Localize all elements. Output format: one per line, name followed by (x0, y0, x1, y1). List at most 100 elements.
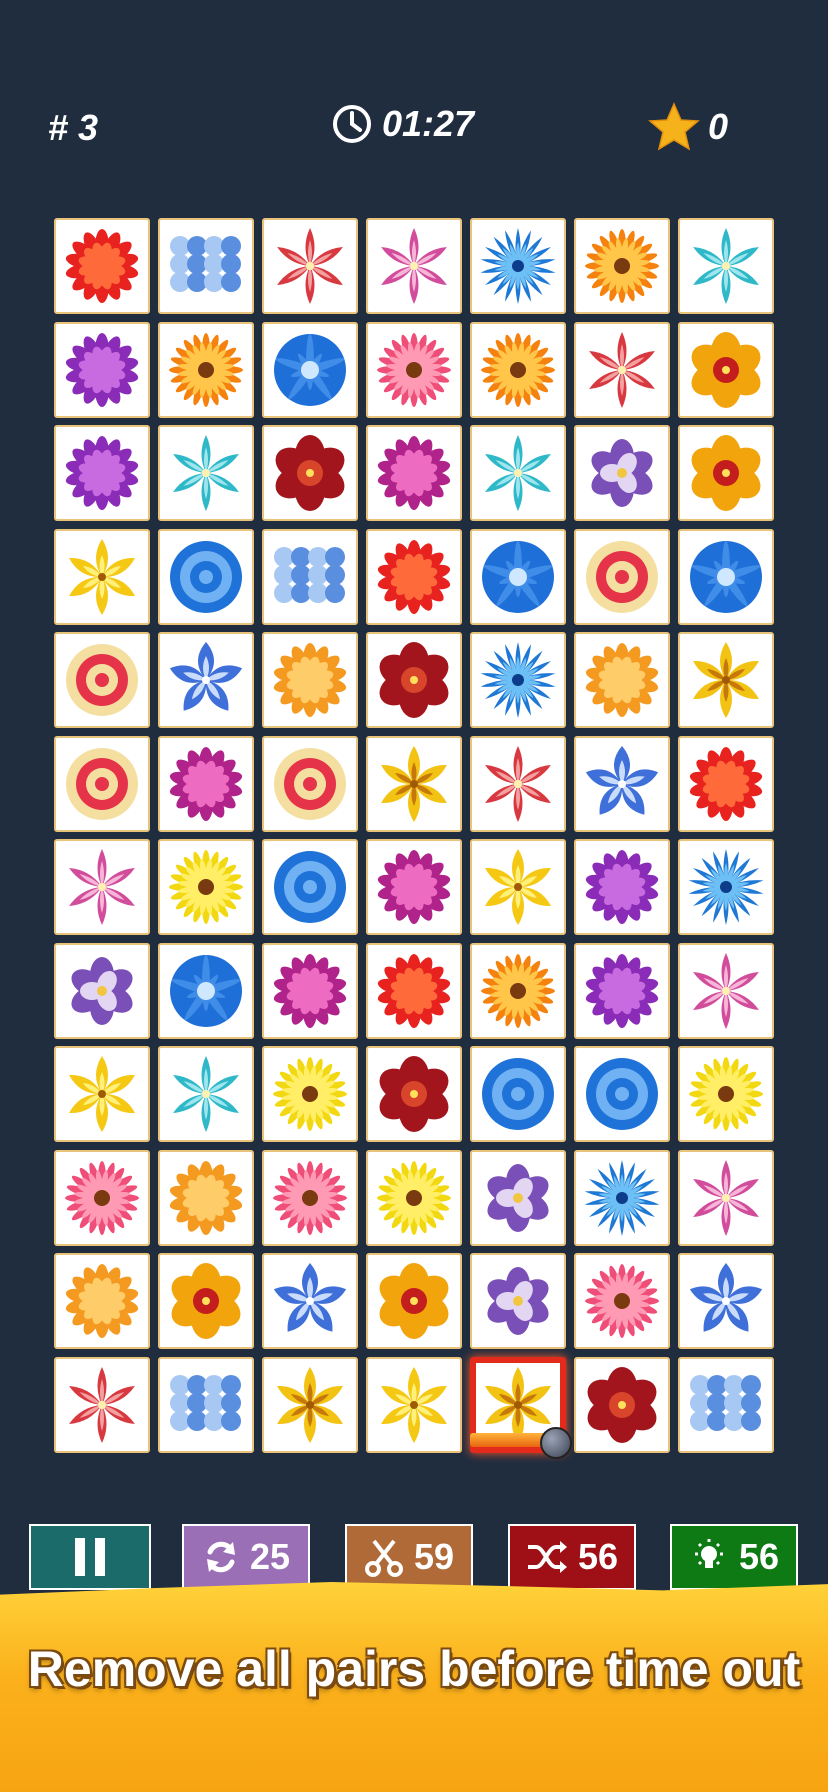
tile-blue-hydrangea[interactable] (678, 1357, 774, 1453)
tile-yellow-tiger-lily[interactable] (366, 736, 462, 832)
tile-blue-star-flower[interactable] (678, 1253, 774, 1349)
tile-yellow-daylily[interactable] (470, 839, 566, 935)
tile-red-lily[interactable] (574, 322, 670, 418)
purple-zinnia-icon (65, 436, 139, 510)
tile-purple-zinnia[interactable] (54, 322, 150, 418)
tile-pink-gerbera[interactable] (366, 322, 462, 418)
tile-yellow-tiger-lily[interactable] (262, 1357, 358, 1453)
tile-yellow-red-lily[interactable] (366, 1253, 462, 1349)
tile-purple-zinnia[interactable] (574, 839, 670, 935)
tile-orange-dahlia[interactable] (574, 632, 670, 728)
tile-yellow-daylily[interactable] (54, 529, 150, 625)
blue-morning-glory-icon (170, 955, 242, 1027)
tile-orange-dahlia[interactable] (262, 632, 358, 728)
undo-button[interactable]: 25 (182, 1524, 310, 1590)
tile-cream-rose[interactable] (54, 736, 150, 832)
yellow-red-lily-icon (691, 435, 761, 511)
pause-button[interactable] (29, 1524, 151, 1590)
yellow-daylily-icon (69, 539, 135, 615)
tile-red-dahlia[interactable] (54, 218, 150, 314)
tile-blue-cornflower[interactable] (470, 218, 566, 314)
tile-blue-cornflower[interactable] (678, 839, 774, 935)
tile-blue-morning-glory[interactable] (678, 529, 774, 625)
yellow-daisy-icon (169, 850, 243, 924)
tile-yellow-tiger-lily[interactable] (678, 632, 774, 728)
tile-blue-hydrangea[interactable] (262, 529, 358, 625)
tile-orange-gerbera[interactable] (158, 322, 254, 418)
tile-dark-red-lily[interactable] (262, 425, 358, 521)
tile-orange-dahlia[interactable] (54, 1253, 150, 1349)
tile-yellow-daisy[interactable] (158, 839, 254, 935)
tile-purple-iris[interactable] (54, 943, 150, 1039)
tile-red-dahlia[interactable] (366, 529, 462, 625)
tile-purple-zinnia[interactable] (54, 425, 150, 521)
tile-red-lily[interactable] (54, 1357, 150, 1453)
tile-blue-morning-glory[interactable] (158, 943, 254, 1039)
tile-yellow-red-lily[interactable] (678, 425, 774, 521)
tile-blue-rose[interactable] (262, 839, 358, 935)
tile-cream-rose[interactable] (262, 736, 358, 832)
tile-yellow-daisy[interactable] (262, 1046, 358, 1142)
tile-blue-cornflower[interactable] (574, 1150, 670, 1246)
blue-hydrangea-icon (274, 547, 345, 603)
tile-teal-lily[interactable] (158, 425, 254, 521)
blue-hydrangea-icon (170, 1375, 241, 1431)
tile-cream-rose[interactable] (54, 632, 150, 728)
tile-pink-lily[interactable] (678, 943, 774, 1039)
tile-teal-lily[interactable] (678, 218, 774, 314)
tile-magenta-aster[interactable] (366, 839, 462, 935)
tile-pink-lily[interactable] (678, 1150, 774, 1246)
tile-cream-rose[interactable] (574, 529, 670, 625)
tile-purple-iris[interactable] (574, 425, 670, 521)
remove-button[interactable]: 59 (345, 1524, 473, 1590)
tile-yellow-daylily[interactable] (366, 1357, 462, 1453)
tile-dark-red-lily[interactable] (574, 1357, 670, 1453)
tile-pink-lily[interactable] (366, 218, 462, 314)
tile-blue-morning-glory[interactable] (470, 529, 566, 625)
tile-red-lily[interactable] (470, 736, 566, 832)
tile-red-dahlia[interactable] (678, 736, 774, 832)
tile-blue-cornflower[interactable] (470, 632, 566, 728)
tile-yellow-red-lily[interactable] (158, 1253, 254, 1349)
red-lily-icon (69, 1367, 135, 1443)
tile-pink-lily[interactable] (54, 839, 150, 935)
magenta-aster-icon (377, 850, 451, 924)
tile-blue-hydrangea[interactable] (158, 218, 254, 314)
tile-pink-gerbera[interactable] (574, 1253, 670, 1349)
tile-blue-star-flower[interactable] (262, 1253, 358, 1349)
tile-red-lily[interactable] (262, 218, 358, 314)
tile-magenta-aster[interactable] (158, 736, 254, 832)
tile-yellow-daisy[interactable] (678, 1046, 774, 1142)
tile-yellow-red-lily[interactable] (678, 322, 774, 418)
tile-blue-star-flower[interactable] (158, 632, 254, 728)
tile-yellow-daylily[interactable] (54, 1046, 150, 1142)
dark-red-lily-icon (587, 1367, 657, 1443)
tile-orange-gerbera[interactable] (574, 218, 670, 314)
tile-orange-gerbera[interactable] (470, 322, 566, 418)
tile-blue-rose[interactable] (574, 1046, 670, 1142)
tile-yellow-daisy[interactable] (366, 1150, 462, 1246)
tile-orange-gerbera[interactable] (470, 943, 566, 1039)
tile-pink-gerbera[interactable] (262, 1150, 358, 1246)
tile-purple-iris[interactable] (470, 1253, 566, 1349)
tile-blue-rose[interactable] (158, 529, 254, 625)
tile-pink-gerbera[interactable] (54, 1150, 150, 1246)
tile-dark-red-lily[interactable] (366, 632, 462, 728)
tile-purple-zinnia[interactable] (574, 943, 670, 1039)
tile-blue-morning-glory[interactable] (262, 322, 358, 418)
tile-magenta-aster[interactable] (366, 425, 462, 521)
hint-button[interactable]: 56 (670, 1524, 798, 1590)
blue-rose-icon (170, 541, 242, 613)
tile-blue-star-flower[interactable] (574, 736, 670, 832)
tile-dark-red-lily[interactable] (366, 1046, 462, 1142)
tile-orange-dahlia[interactable] (158, 1150, 254, 1246)
tile-blue-hydrangea[interactable] (158, 1357, 254, 1453)
tile-teal-lily[interactable] (470, 425, 566, 521)
tile-teal-lily[interactable] (158, 1046, 254, 1142)
tile-magenta-aster[interactable] (262, 943, 358, 1039)
tile-purple-iris[interactable] (470, 1150, 566, 1246)
yellow-tiger-lily-icon (277, 1367, 343, 1443)
shuffle-button[interactable]: 56 (508, 1524, 636, 1590)
tile-blue-rose[interactable] (470, 1046, 566, 1142)
tile-red-dahlia[interactable] (366, 943, 462, 1039)
